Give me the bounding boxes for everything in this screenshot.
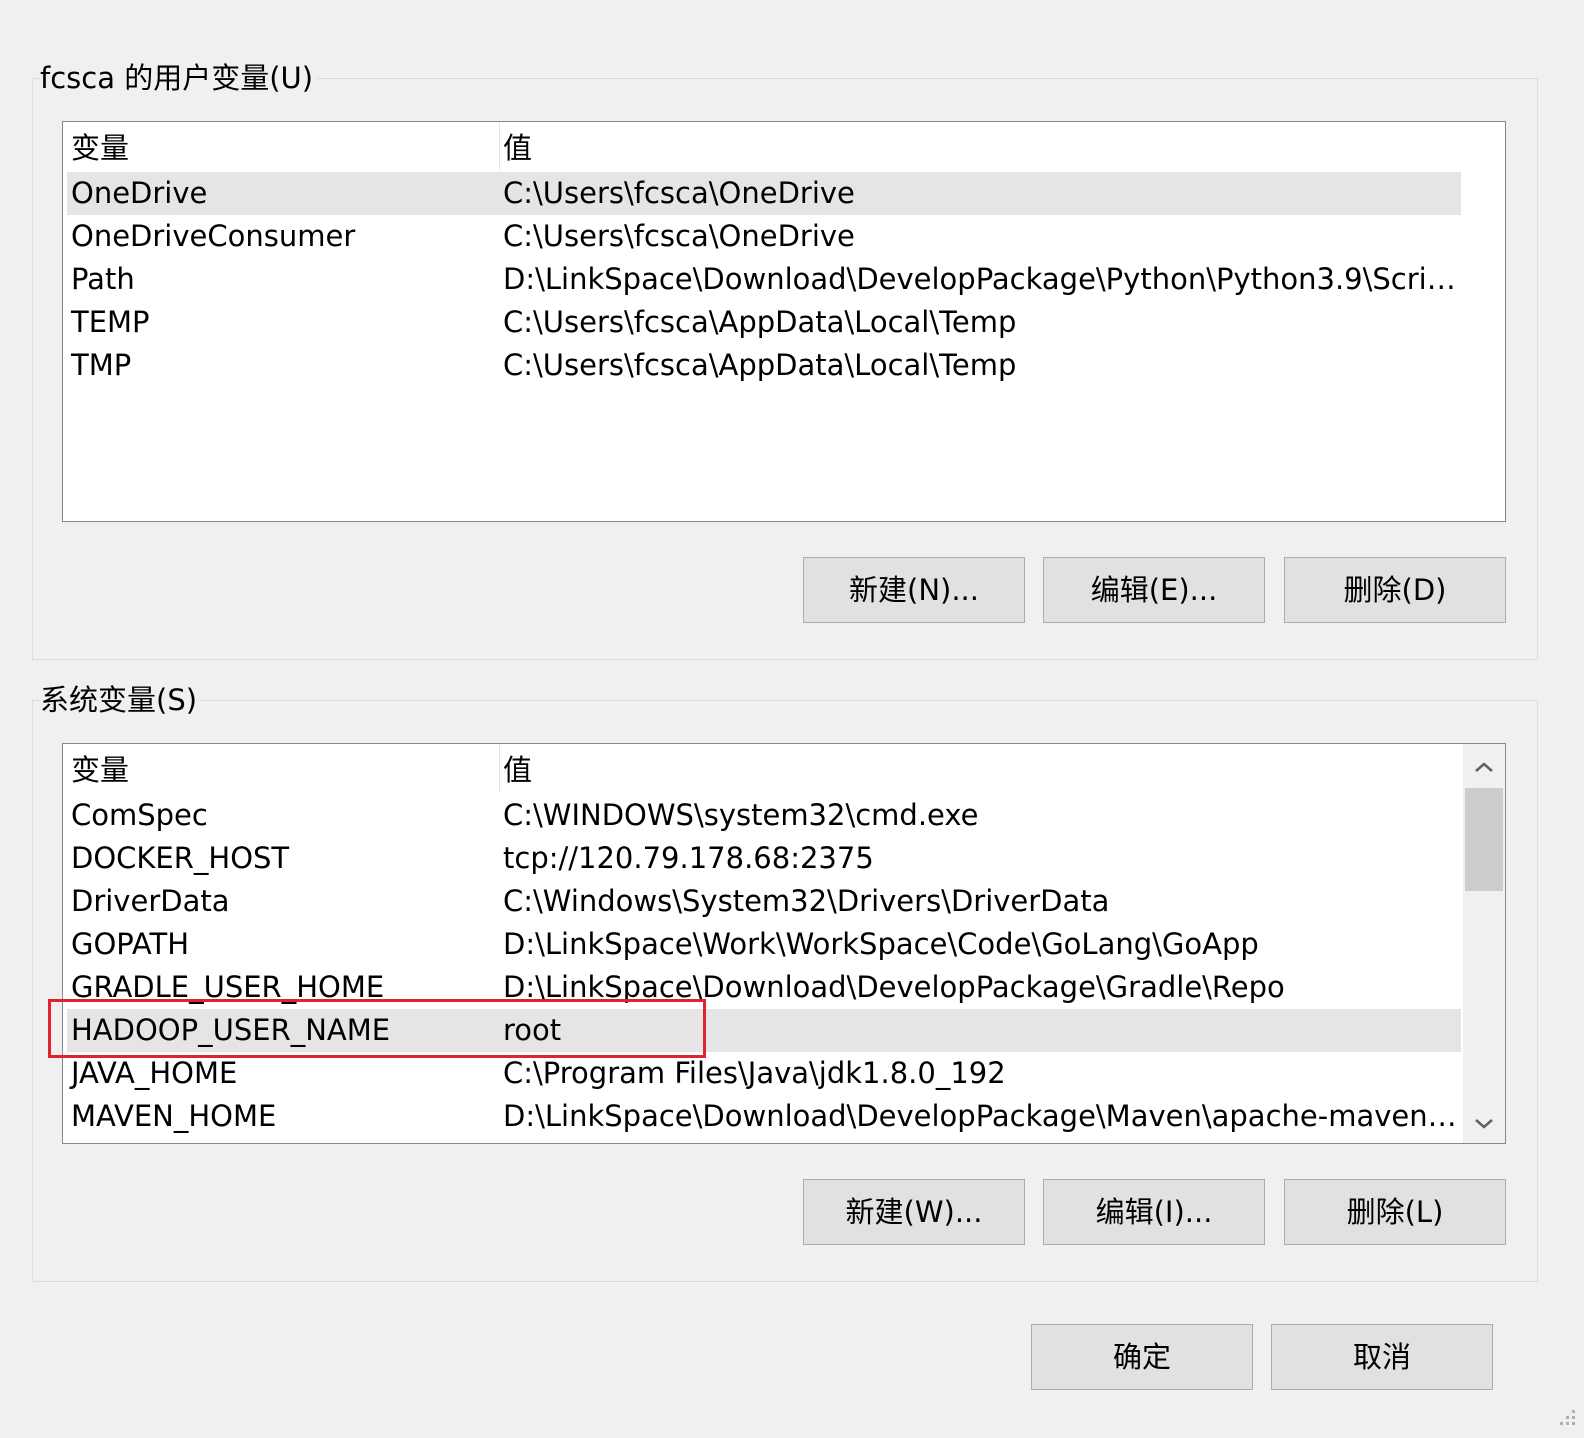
variable-name: TEMP xyxy=(71,305,150,339)
scrollbar-thumb[interactable] xyxy=(1465,788,1503,891)
list-header: 变量 值 xyxy=(67,744,1461,792)
variable-value: C:\Users\fcsca\OneDrive xyxy=(503,176,855,210)
variable-name: OneDriveConsumer xyxy=(71,219,356,253)
system-variables-title: 系统变量(S) xyxy=(40,682,202,718)
table-row[interactable]: ComSpec C:\WINDOWS\system32\cmd.exe xyxy=(67,794,1461,837)
column-divider[interactable] xyxy=(499,744,500,792)
column-header-value[interactable]: 值 xyxy=(503,122,1461,174)
table-row[interactable]: OneDrive C:\Users\fcsca\OneDrive xyxy=(67,172,1461,215)
variable-name: TMP xyxy=(71,348,132,382)
system-variables-list[interactable]: 变量 值 ComSpec C:\WINDOWS\system32\cmd.exe… xyxy=(62,743,1506,1144)
table-row[interactable]: TEMP C:\Users\fcsca\AppData\Local\Temp xyxy=(67,301,1461,344)
system-delete-button[interactable]: 删除(L) xyxy=(1284,1179,1506,1245)
variable-name: GOPATH xyxy=(71,927,190,961)
variable-name: MAVEN_HOME xyxy=(71,1099,277,1133)
table-row[interactable]: GOPATH D:\LinkSpace\Work\WorkSpace\Code\… xyxy=(67,923,1461,966)
variable-value: C:\Users\fcsca\AppData\Local\Temp xyxy=(503,348,1017,382)
column-header-value[interactable]: 值 xyxy=(503,744,1461,796)
user-variables-title: fcsca 的用户变量(U) xyxy=(40,60,318,96)
variable-value: C:\Users\fcsca\OneDrive xyxy=(503,219,855,253)
column-header-name[interactable]: 变量 xyxy=(71,122,129,174)
resize-grip-icon[interactable] xyxy=(1552,1406,1576,1430)
variable-name: ComSpec xyxy=(71,798,208,832)
table-row[interactable]: DriverData C:\Windows\System32\Drivers\D… xyxy=(67,880,1461,923)
table-row[interactable]: OneDriveConsumer C:\Users\fcsca\OneDrive xyxy=(67,215,1461,258)
system-edit-button[interactable]: 编辑(I)... xyxy=(1043,1179,1265,1245)
variable-value: C:\Users\fcsca\AppData\Local\Temp xyxy=(503,305,1017,339)
variable-value: D:\LinkSpace\Download\DevelopPackage\Mav… xyxy=(503,1099,1461,1133)
variable-name: DOCKER_HOST xyxy=(71,841,290,875)
user-delete-button[interactable]: 删除(D) xyxy=(1284,557,1506,623)
column-header-name[interactable]: 变量 xyxy=(71,744,129,796)
system-new-button[interactable]: 新建(W)... xyxy=(803,1179,1025,1245)
vertical-scrollbar[interactable] xyxy=(1463,744,1505,1143)
chevron-down-icon[interactable] xyxy=(1463,1101,1505,1143)
table-row[interactable]: MAVEN_HOME D:\LinkSpace\Download\Develop… xyxy=(67,1095,1461,1138)
user-edit-button[interactable]: 编辑(E)... xyxy=(1043,557,1265,623)
column-divider[interactable] xyxy=(499,122,500,170)
variable-name: OneDrive xyxy=(71,176,208,210)
table-row[interactable]: DOCKER_HOST tcp://120.79.178.68:2375 xyxy=(67,837,1461,880)
table-row[interactable]: TMP C:\Users\fcsca\AppData\Local\Temp xyxy=(67,344,1461,387)
annotation-highlight-box xyxy=(48,999,706,1058)
variable-name: JAVA_HOME xyxy=(71,1056,238,1090)
table-row[interactable]: Path D:\LinkSpace\Download\DevelopPackag… xyxy=(67,258,1461,301)
list-header: 变量 值 xyxy=(67,122,1461,170)
cancel-button[interactable]: 取消 xyxy=(1271,1324,1493,1390)
variable-name: DriverData xyxy=(71,884,230,918)
ok-button[interactable]: 确定 xyxy=(1031,1324,1253,1390)
variable-value: D:\LinkSpace\Download\DevelopPackage\Pyt… xyxy=(503,262,1461,296)
user-new-button[interactable]: 新建(N)... xyxy=(803,557,1025,623)
variable-value: C:\Windows\System32\Drivers\DriverData xyxy=(503,884,1110,918)
chevron-up-icon[interactable] xyxy=(1463,744,1505,786)
variable-value: C:\WINDOWS\system32\cmd.exe xyxy=(503,798,979,832)
variable-value: C:\Program Files\Java\jdk1.8.0_192 xyxy=(503,1056,1006,1090)
variable-value: tcp://120.79.178.68:2375 xyxy=(503,841,874,875)
table-row[interactable]: JAVA_HOME C:\Program Files\Java\jdk1.8.0… xyxy=(67,1052,1461,1095)
user-variables-list[interactable]: 变量 值 OneDrive C:\Users\fcsca\OneDrive On… xyxy=(62,121,1506,522)
variable-value: D:\LinkSpace\Work\WorkSpace\Code\GoLang\… xyxy=(503,927,1259,961)
variable-name: Path xyxy=(71,262,135,296)
